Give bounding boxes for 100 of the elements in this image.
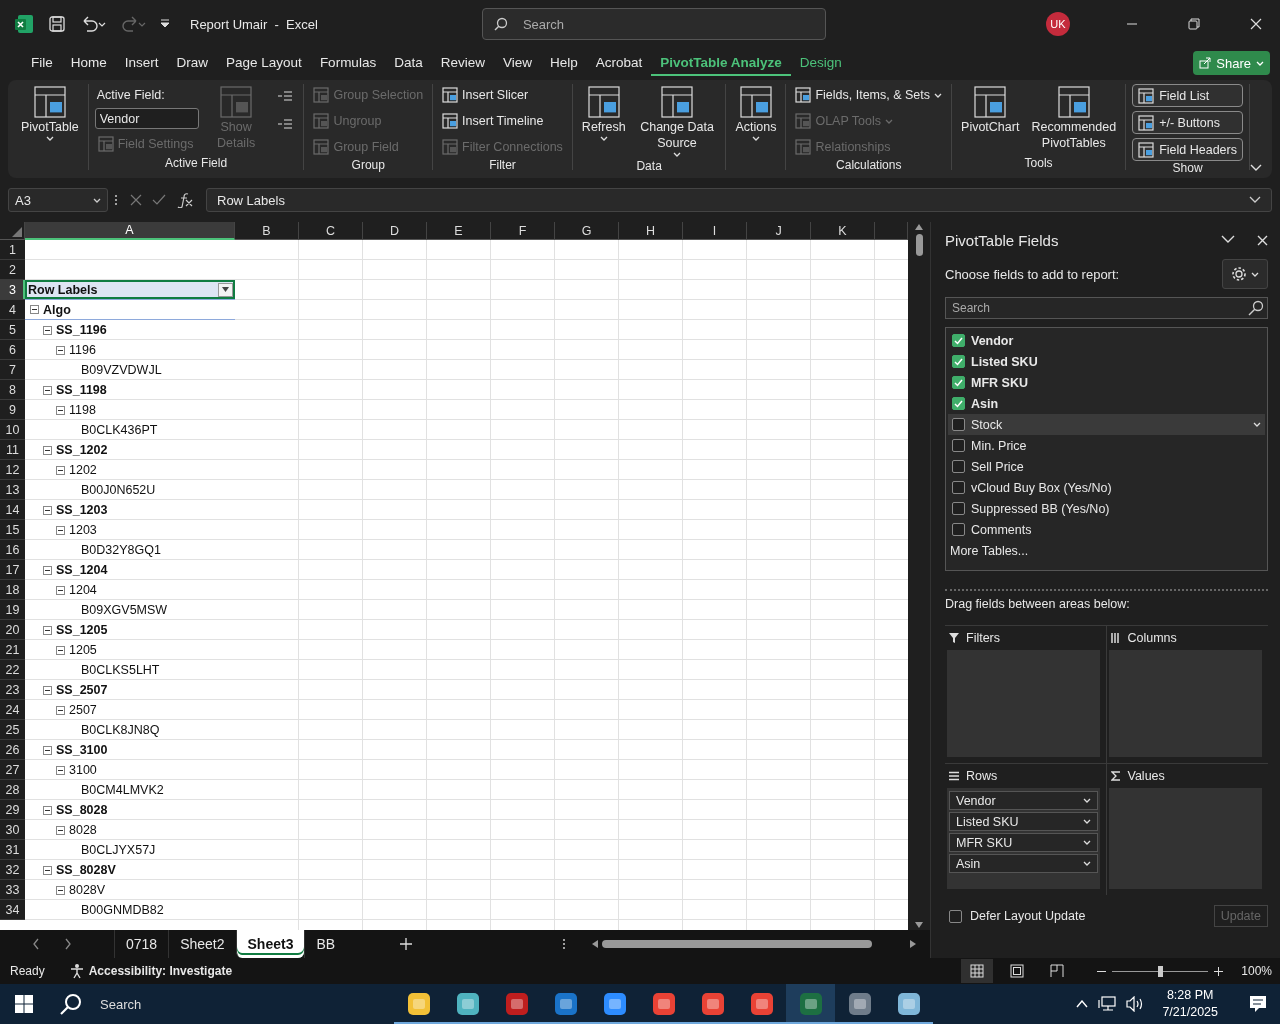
windows-start-icon[interactable] — [15, 995, 33, 1013]
ribbon-tab[interactable]: Insert — [115, 50, 168, 76]
checkbox[interactable] — [952, 439, 965, 452]
checkbox[interactable] — [952, 355, 965, 368]
row-number[interactable]: 27 — [0, 760, 25, 780]
collapse-icon[interactable] — [30, 305, 39, 314]
field-item[interactable]: Min. Price — [948, 435, 1265, 456]
column-header[interactable]: B — [235, 222, 299, 240]
column-header[interactable]: I — [683, 222, 747, 240]
row-number[interactable]: 7 — [0, 360, 25, 380]
row-number[interactable]: 26 — [0, 740, 25, 760]
row-number[interactable]: 33 — [0, 880, 25, 900]
ribbon-button[interactable]: Refresh — [578, 84, 629, 143]
search-icon[interactable] — [60, 993, 82, 1015]
zoom-in-icon[interactable] — [1214, 966, 1224, 976]
chevron-icon[interactable] — [1221, 235, 1235, 243]
field-item[interactable]: Sell Price — [948, 456, 1265, 477]
view-button[interactable] — [961, 959, 994, 983]
collapse-icon[interactable] — [56, 645, 65, 655]
chevron-up-icon[interactable] — [1076, 1000, 1089, 1008]
notification-icon[interactable] — [1249, 995, 1267, 1013]
ribbon-tab[interactable]: Draw — [167, 50, 218, 76]
row-number[interactable]: 21 — [0, 640, 25, 660]
ribbon-button[interactable]: PivotChart — [958, 84, 1023, 137]
row-number[interactable]: 10 — [0, 420, 25, 440]
accessibility-status[interactable]: Accessibility: Investigate — [88, 964, 233, 978]
column-header[interactable]: F — [491, 222, 555, 240]
row-number[interactable]: 9 — [0, 400, 25, 420]
close-icon[interactable] — [1250, 18, 1262, 30]
column-header[interactable]: D — [363, 222, 427, 240]
column-header[interactable]: H — [619, 222, 683, 240]
row-number[interactable]: 28 — [0, 780, 25, 800]
ribbon-tab[interactable]: View — [493, 50, 541, 76]
ribbon-button[interactable]: Change Data Source — [634, 84, 720, 159]
checkbox[interactable] — [952, 502, 965, 515]
taskbar-search[interactable]: Search — [100, 996, 142, 1012]
checkbox[interactable] — [952, 376, 965, 389]
search-field[interactable]: Search — [945, 297, 1268, 319]
sheet-tab[interactable]: Sheet3 — [235, 930, 305, 958]
collapse-icon[interactable] — [43, 565, 52, 575]
clock-time[interactable]: 8:28 PM — [1166, 987, 1214, 1004]
field-item[interactable]: Comments — [948, 519, 1265, 540]
network-icon[interactable] — [1098, 996, 1117, 1012]
row-number[interactable]: 12 — [0, 460, 25, 480]
checkbox[interactable] — [949, 909, 962, 923]
row-number[interactable]: 14 — [0, 500, 25, 520]
checkbox[interactable] — [952, 418, 965, 431]
ribbon-button[interactable]: Fields, Items, & Sets — [792, 84, 946, 106]
collapse-icon[interactable] — [56, 405, 65, 415]
field-item[interactable]: Suppressed BB (Yes/No) — [948, 498, 1265, 519]
row-number[interactable]: 19 — [0, 600, 25, 620]
collapse-icon[interactable] — [43, 445, 52, 455]
collapse-icon[interactable] — [43, 325, 52, 335]
row-number[interactable]: 3 — [0, 280, 25, 300]
area-field[interactable]: Asin — [949, 854, 1098, 873]
checkbox[interactable] — [952, 523, 965, 536]
row-number[interactable]: 1 — [0, 240, 25, 260]
column-header[interactable]: A — [25, 222, 235, 240]
toggle-button[interactable]: Field List — [1132, 84, 1243, 107]
row-number[interactable]: 5 — [0, 320, 25, 340]
collapse-icon[interactable] — [56, 465, 65, 475]
row-number[interactable]: 15 — [0, 520, 25, 540]
collapse-icon[interactable] — [43, 865, 52, 875]
ribbon-button[interactable]: Insert Slicer — [439, 84, 566, 106]
function-icon[interactable] — [176, 192, 194, 208]
filter-button[interactable] — [218, 282, 233, 297]
row-number[interactable]: 20 — [0, 620, 25, 640]
ribbon-tab[interactable]: Help — [540, 50, 587, 76]
drop-area[interactable]: Vendor Listed SKU MFR SKU Asin — [947, 788, 1100, 889]
volume-icon[interactable] — [1126, 996, 1145, 1012]
collapse-icon[interactable] — [43, 385, 52, 395]
row-number[interactable]: 34 — [0, 900, 25, 920]
row-number[interactable]: 8 — [0, 380, 25, 400]
collapse-icon[interactable] — [43, 505, 52, 515]
collapse-icon[interactable] — [56, 825, 65, 835]
name-box[interactable]: A3 — [8, 188, 108, 212]
collapse-icon[interactable] — [56, 765, 65, 775]
ribbon-button[interactable]: Actions — [732, 84, 780, 143]
share-button[interactable]: Share — [1193, 51, 1270, 75]
row-number[interactable]: 4 — [0, 300, 25, 320]
ribbon-tab[interactable]: File — [22, 50, 62, 76]
previous-sheet-icon[interactable] — [32, 938, 40, 950]
field-item[interactable]: Stock — [948, 414, 1265, 435]
collapse-icon[interactable] — [56, 525, 65, 535]
collapse-icon[interactable] — [43, 625, 52, 635]
settings-button[interactable] — [1222, 259, 1268, 289]
row-number[interactable]: 32 — [0, 860, 25, 880]
row-number[interactable]: 16 — [0, 540, 25, 560]
row-number[interactable]: 24 — [0, 700, 25, 720]
save-icon[interactable] — [48, 15, 66, 33]
collapse-icon[interactable] — [56, 885, 65, 895]
row-number[interactable]: 18 — [0, 580, 25, 600]
field-item[interactable]: Asin — [948, 393, 1265, 414]
checkbox[interactable] — [952, 460, 965, 473]
row-number[interactable]: 31 — [0, 840, 25, 860]
collapse-icon[interactable] — [43, 805, 52, 815]
ribbon-tab[interactable]: Acrobat — [586, 50, 652, 76]
collapse-icon[interactable] — [56, 705, 65, 715]
ribbon-tab[interactable]: Page Layout — [217, 50, 311, 76]
field-item[interactable]: Vendor — [948, 330, 1265, 351]
